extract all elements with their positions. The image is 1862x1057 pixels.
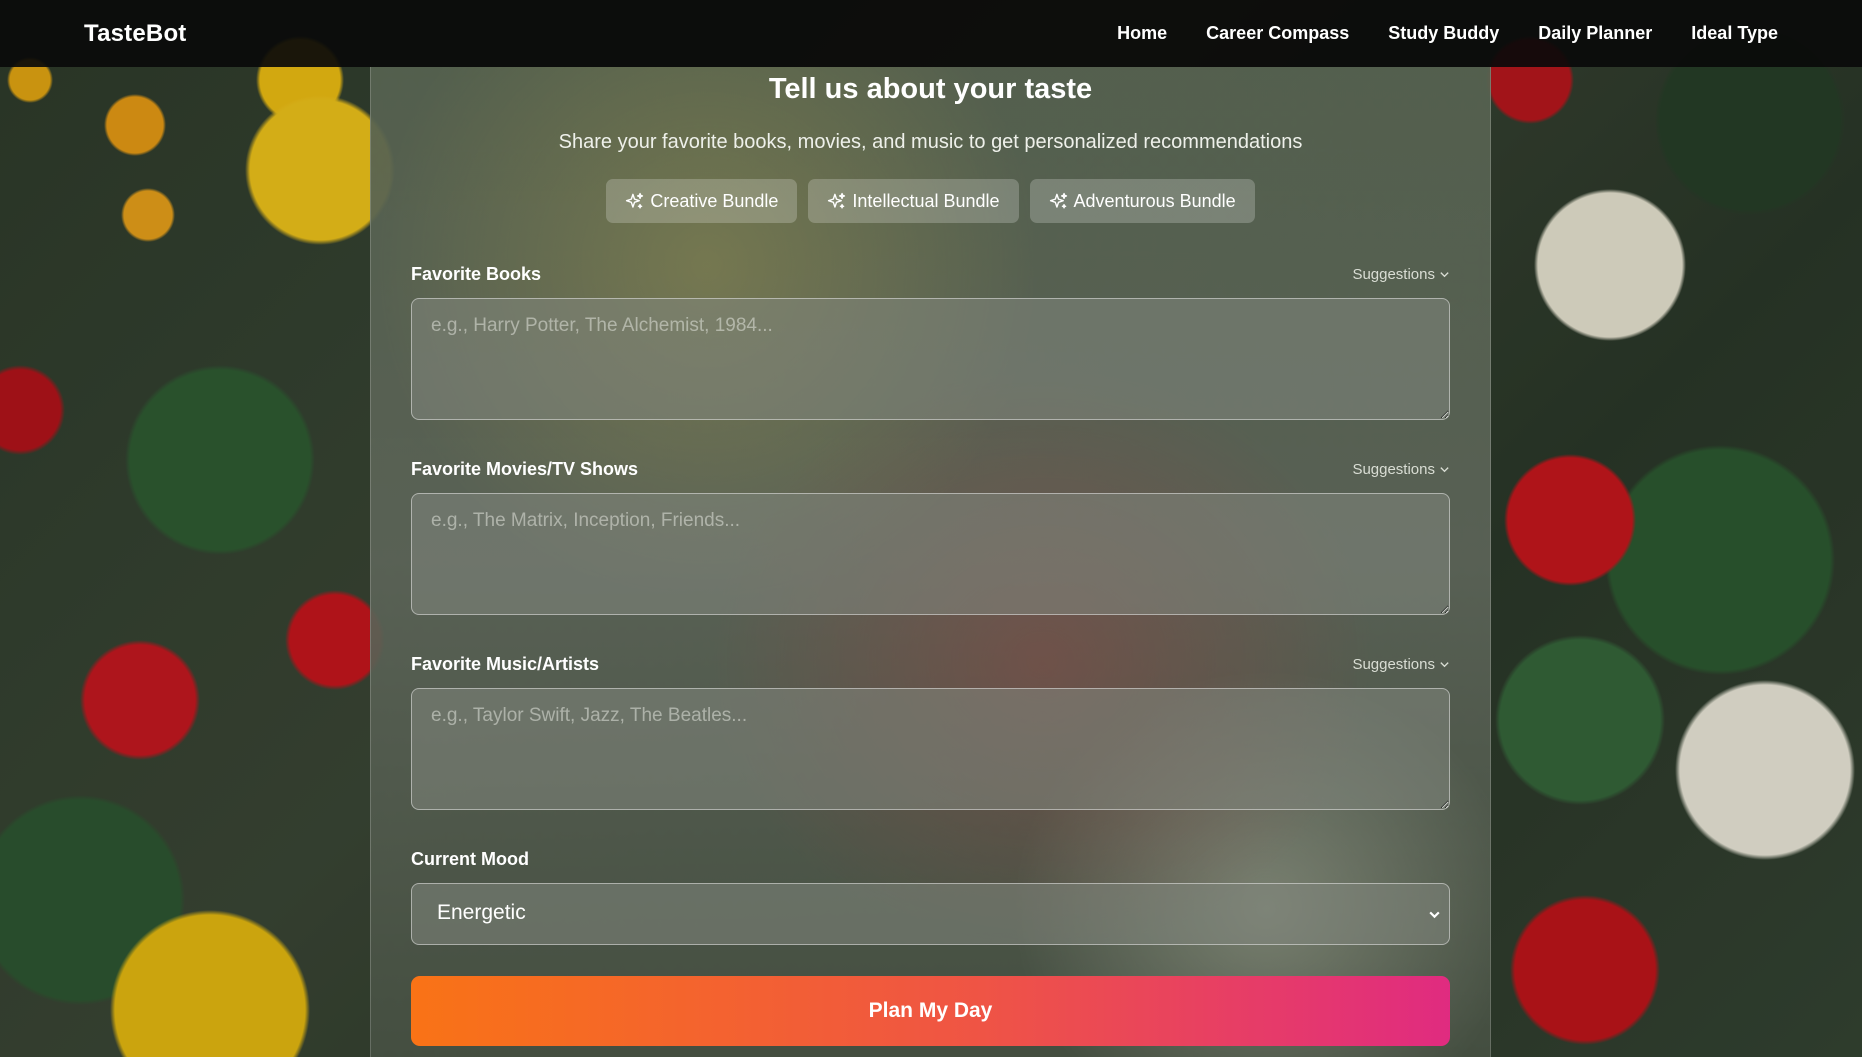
favorite-music-field: Favorite Music/Artists Suggestions	[411, 652, 1450, 810]
favorite-books-input[interactable]	[411, 298, 1450, 420]
current-mood-header: Current Mood	[411, 847, 1450, 871]
music-suggestions-label: Suggestions	[1352, 655, 1435, 673]
nav-link-ideal-type[interactable]: Ideal Type	[1691, 23, 1778, 44]
creative-bundle-label: Creative Bundle	[650, 190, 779, 211]
chevron-down-icon	[1429, 911, 1440, 919]
favorite-music-label: Favorite Music/Artists	[411, 653, 600, 674]
nav-link-home[interactable]: Home	[1117, 23, 1167, 44]
chevron-down-icon	[1440, 271, 1449, 277]
movies-suggestions-toggle[interactable]: Suggestions	[1352, 461, 1450, 478]
page-subtitle: Share your favorite books, movies, and m…	[558, 131, 1303, 153]
bundle-buttons: Creative Bundle Intellectual Bundle Adve…	[371, 179, 1490, 223]
current-mood-label: Current Mood	[411, 848, 529, 869]
books-suggestions-toggle[interactable]: Suggestions	[1352, 266, 1450, 283]
favorite-music-input[interactable]	[411, 688, 1450, 810]
favorite-movies-input[interactable]	[411, 493, 1450, 615]
nav-link-career-compass[interactable]: Career Compass	[1206, 23, 1349, 44]
intellectual-bundle-button[interactable]: Intellectual Bundle	[808, 179, 1019, 223]
taste-form-panel: Tell us about your taste Share your favo…	[370, 67, 1491, 1057]
sparkles-icon	[1049, 192, 1067, 209]
movies-suggestions-label: Suggestions	[1352, 460, 1435, 478]
adventurous-bundle-button[interactable]: Adventurous Bundle	[1029, 179, 1255, 223]
books-suggestions-label: Suggestions	[1352, 265, 1435, 283]
current-mood-field: Current Mood Energetic	[411, 847, 1450, 945]
brand-logo[interactable]: TasteBot	[84, 20, 187, 48]
top-navbar: TasteBot Home Career Compass Study Buddy…	[0, 0, 1862, 67]
favorite-music-header: Favorite Music/Artists Suggestions	[411, 652, 1450, 676]
favorite-books-label: Favorite Books	[411, 263, 542, 284]
chevron-down-icon	[1440, 466, 1449, 472]
favorite-movies-label: Favorite Movies/TV Shows	[411, 458, 639, 479]
adventurous-bundle-label: Adventurous Bundle	[1073, 190, 1236, 211]
page-title: Tell us about your taste	[768, 73, 1093, 105]
mood-select[interactable]: Energetic	[411, 883, 1450, 945]
favorite-books-header: Favorite Books Suggestions	[411, 262, 1450, 286]
favorite-movies-field: Favorite Movies/TV Shows Suggestions	[411, 457, 1450, 615]
favorite-movies-header: Favorite Movies/TV Shows Suggestions	[411, 457, 1450, 481]
creative-bundle-button[interactable]: Creative Bundle	[606, 179, 798, 223]
music-suggestions-toggle[interactable]: Suggestions	[1352, 656, 1450, 673]
plan-my-day-button[interactable]: Plan My Day	[411, 976, 1450, 1046]
nav-link-daily-planner[interactable]: Daily Planner	[1538, 23, 1652, 44]
nav-link-study-buddy[interactable]: Study Buddy	[1388, 23, 1499, 44]
favorite-books-field: Favorite Books Suggestions	[411, 262, 1450, 420]
sparkles-icon	[626, 192, 644, 209]
nav-links: Home Career Compass Study Buddy Daily Pl…	[1117, 23, 1778, 44]
sparkles-icon	[828, 192, 846, 209]
mood-select-value: Energetic	[437, 901, 526, 924]
chevron-down-icon	[1440, 661, 1449, 667]
intellectual-bundle-label: Intellectual Bundle	[852, 190, 1000, 211]
